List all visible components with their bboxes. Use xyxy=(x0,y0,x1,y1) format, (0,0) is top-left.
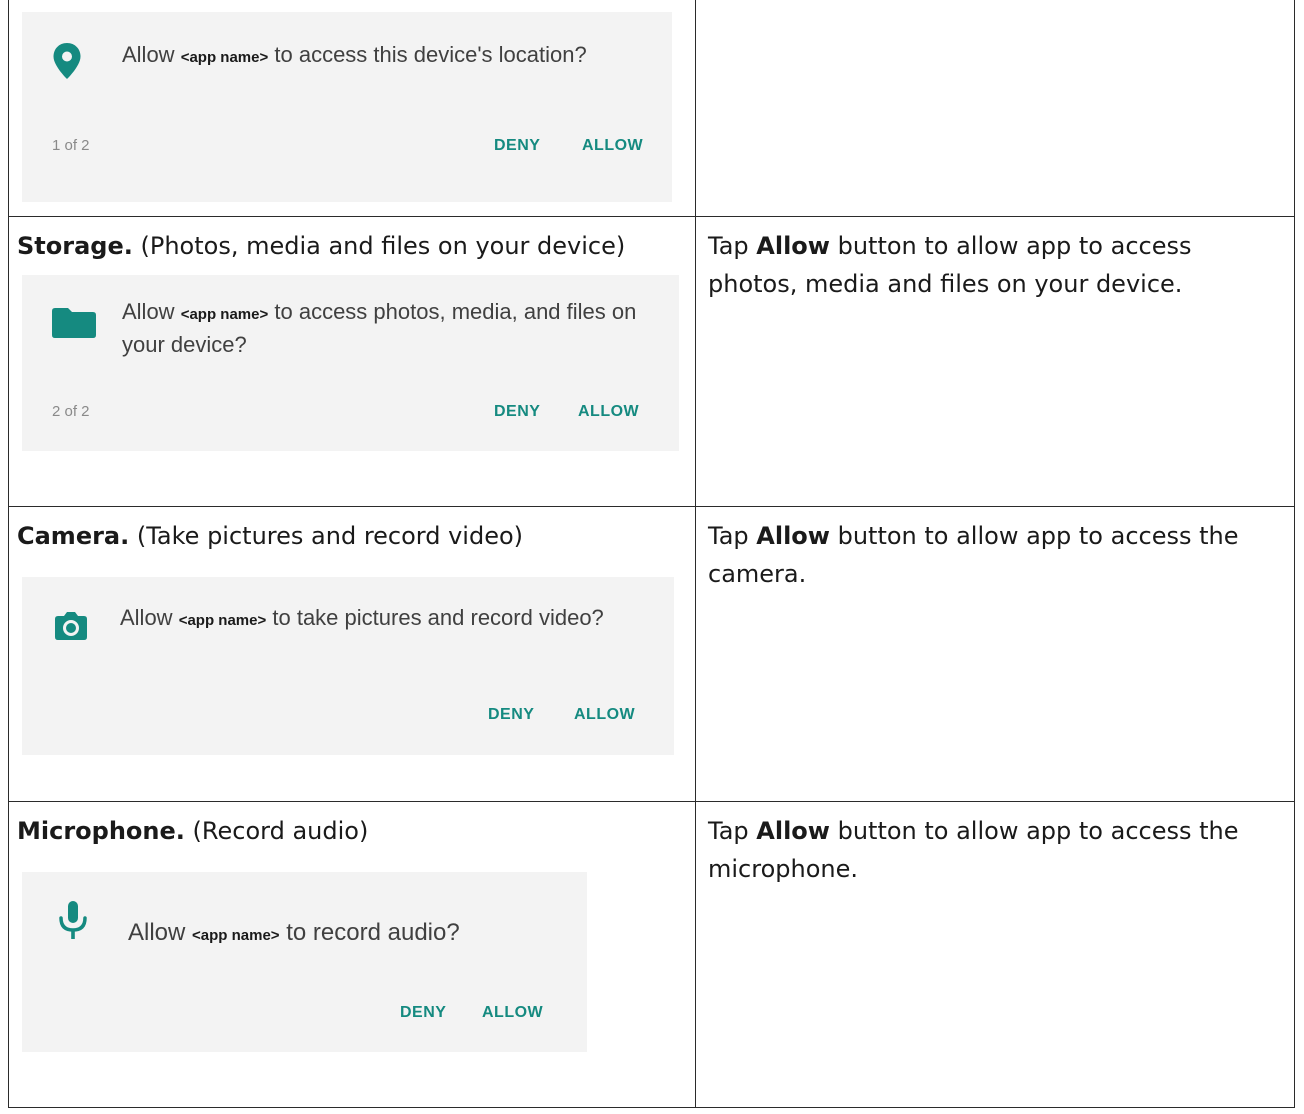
permissions-table: Allow <app name> to access this device's… xyxy=(8,0,1295,1108)
allow-button[interactable]: ALLOW xyxy=(574,706,635,724)
dialog-counter: 1 of 2 xyxy=(52,137,90,154)
storage-description-cell: Tap Allow button to allow app to access … xyxy=(695,216,1295,507)
row-description: Tap Allow button to allow app to access … xyxy=(708,232,1192,298)
camera-icon xyxy=(54,611,88,646)
deny-button[interactable]: DENY xyxy=(494,403,540,421)
microphone-icon xyxy=(58,900,88,947)
microphone-cell: Microphone. (Record audio) Allow <app na… xyxy=(8,801,696,1108)
microphone-permission-dialog: Allow <app name> to record audio? DENY A… xyxy=(22,872,587,1052)
storage-permission-dialog: Allow <app name> to access photos, media… xyxy=(22,275,679,451)
allow-button[interactable]: ALLOW xyxy=(578,403,639,421)
deny-button[interactable]: DENY xyxy=(400,1004,446,1022)
table-row: Storage. (Photos, media and files on you… xyxy=(8,216,1295,507)
allow-button[interactable]: ALLOW xyxy=(482,1004,543,1022)
app-name-placeholder: <app name> xyxy=(180,49,269,66)
app-name-placeholder: <app name> xyxy=(180,306,269,323)
table-row: Allow <app name> to access this device's… xyxy=(8,0,1295,217)
deny-button[interactable]: DENY xyxy=(488,706,534,724)
deny-button[interactable]: DENY xyxy=(494,137,540,155)
dialog-counter: 2 of 2 xyxy=(52,403,90,420)
row-description: Tap Allow button to allow app to access … xyxy=(708,522,1239,588)
location-cell: Allow <app name> to access this device's… xyxy=(8,0,696,217)
location-description-cell xyxy=(695,0,1295,217)
app-name-placeholder: <app name> xyxy=(178,612,267,629)
row-heading: Storage. (Photos, media and files on you… xyxy=(17,232,626,260)
row-heading: Microphone. (Record audio) xyxy=(17,817,369,845)
row-heading: Camera. (Take pictures and record video) xyxy=(17,522,524,550)
dialog-message: Allow <app name> to record audio? xyxy=(128,919,460,946)
table-row: Camera. (Take pictures and record video)… xyxy=(8,506,1295,802)
storage-cell: Storage. (Photos, media and files on you… xyxy=(8,216,696,507)
row-description: Tap Allow button to allow app to access … xyxy=(708,817,1239,883)
dialog-message: Allow <app name> to access this device's… xyxy=(122,42,587,67)
table-row: Microphone. (Record audio) Allow <app na… xyxy=(8,801,1295,1108)
camera-cell: Camera. (Take pictures and record video)… xyxy=(8,506,696,802)
microphone-description-cell: Tap Allow button to allow app to access … xyxy=(695,801,1295,1108)
camera-permission-dialog: Allow <app name> to take pictures and re… xyxy=(22,577,674,755)
app-name-placeholder: <app name> xyxy=(192,927,280,944)
location-pin-icon xyxy=(52,42,82,85)
folder-icon xyxy=(52,308,96,343)
dialog-message: Allow <app name> to take pictures and re… xyxy=(120,605,604,630)
dialog-message: Allow <app name> to access photos, media… xyxy=(122,299,637,357)
location-permission-dialog: Allow <app name> to access this device's… xyxy=(22,12,672,202)
camera-description-cell: Tap Allow button to allow app to access … xyxy=(695,506,1295,802)
allow-button[interactable]: ALLOW xyxy=(582,137,643,155)
